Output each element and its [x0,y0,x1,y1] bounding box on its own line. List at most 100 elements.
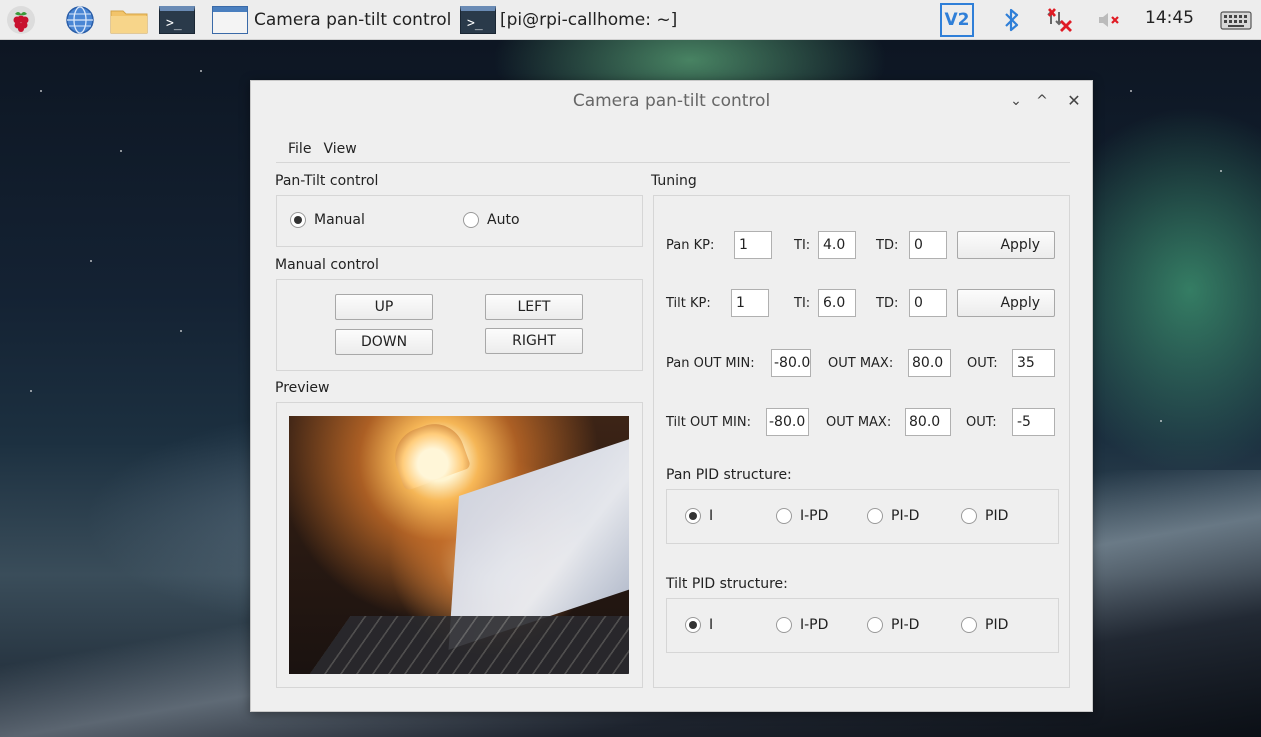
tilt-out-max-input[interactable]: 80.0 [905,408,951,436]
star [1220,170,1222,172]
terminal-icon: >_ [460,6,496,34]
menu-view[interactable]: View [323,141,356,162]
pan-out-min-label: Pan OUT MIN: [666,356,755,371]
laptop-keyboard [289,616,629,674]
pan-out-min-input[interactable]: -80.0 [771,349,811,377]
volume-muted-icon[interactable] [1096,6,1124,34]
tilt-ti-input[interactable]: 6.0 [818,289,856,317]
title-bar[interactable]: Camera pan-tilt control ⌄ ^ ✕ [251,81,1092,121]
tilt-td-label: TD: [876,296,899,311]
left-button[interactable]: LEFT [485,294,583,320]
radio-dot [776,617,792,633]
tilt-apply-button[interactable]: Apply [957,289,1055,317]
task-label: [pi@rpi-callhome: ~] [500,10,678,30]
radio-dot [685,508,701,524]
tilt-out-max-label: OUT MAX: [826,415,892,430]
task-label: Camera pan-tilt control [254,10,452,30]
tilt-pid-radio-i-pd[interactable]: I-PD [776,617,828,633]
tilt-pid-label: Tilt PID structure: [666,576,788,592]
star [90,260,92,262]
radio-manual[interactable]: Manual [290,212,365,228]
pan-kp-input[interactable]: 1 [734,231,772,259]
close-icon[interactable]: ✕ [1064,91,1084,111]
file-manager-folder-icon[interactable] [108,4,150,36]
menu-bar: File View [276,141,1070,163]
radio-dot [685,617,701,633]
raspberry-menu-icon[interactable] [6,4,36,36]
pan-td-label: TD: [876,238,899,253]
star [180,330,182,332]
pan-out-input[interactable]: 35 [1012,349,1055,377]
up-button[interactable]: UP [335,294,433,320]
tilt-out-min-label: Tilt OUT MIN: [666,415,751,430]
pan-apply-button[interactable]: Apply [957,231,1055,259]
radio-label: PI-D [891,617,920,633]
lamp [386,416,472,492]
pan-pid-radio-i-pd[interactable]: I-PD [776,508,828,524]
star [40,90,42,92]
manual-control-frame: UP LEFT DOWN RIGHT [276,279,643,371]
camera-preview-image [289,416,629,674]
terminal-glyph: >_ [159,6,195,34]
pan-pid-radio-i[interactable]: I [685,508,713,524]
minimize-icon[interactable]: ⌄ [1006,91,1026,111]
pan-out-label: OUT: [967,356,998,371]
network-disconnected-icon[interactable] [1044,6,1078,34]
radio-dot [776,508,792,524]
tilt-pid-radio-i[interactable]: I [685,617,713,633]
radio-auto[interactable]: Auto [463,212,520,228]
vnc-icon[interactable]: V2 [940,3,974,37]
tilt-pid-frame: I I-PD PI-D PID [666,598,1059,653]
star [120,150,122,152]
pan-pid-label: Pan PID structure: [666,467,792,483]
window-title: Camera pan-tilt control [572,91,771,111]
pan-pid-radio-pid[interactable]: PID [961,508,1008,524]
manual-control-label: Manual control [275,257,379,273]
terminal-icon[interactable]: >_ [158,4,200,36]
keyboard-icon[interactable] [1218,6,1254,34]
tilt-kp-label: Tilt KP: [666,296,711,311]
pan-ti-input[interactable]: 4.0 [818,231,856,259]
pan-ti-label: TI: [794,238,811,253]
radio-label: I [709,508,714,524]
radio-label: Auto [487,212,520,228]
radio-label: Manual [314,212,365,228]
task-terminal[interactable]: >_ [pi@rpi-callhome: ~] [460,2,710,38]
maximize-icon[interactable]: ^ [1032,91,1052,111]
task-camera-pan-tilt[interactable]: Camera pan-tilt control [212,2,458,38]
star [1130,90,1132,92]
tilt-out-min-input[interactable]: -80.0 [766,408,809,436]
browser-globe-icon[interactable] [64,4,96,36]
tilt-ti-label: TI: [794,296,811,311]
tilt-pid-radio-pi-d[interactable]: PI-D [867,617,919,633]
window-icon [212,6,248,34]
radio-dot [290,212,306,228]
tuning-frame: Pan KP: 1 TI: 4.0 TD: 0 Apply Tilt KP: 1… [653,195,1070,688]
radio-dot [961,617,977,633]
tilt-td-input[interactable]: 0 [909,289,947,317]
pan-pid-frame: I I-PD PI-D PID [666,489,1059,544]
tilt-out-label: OUT: [966,415,997,430]
radio-label: PID [985,508,1009,524]
bluetooth-icon[interactable] [1000,6,1024,34]
pan-out-max-input[interactable]: 80.0 [908,349,951,377]
clock[interactable]: 14:45 [1145,8,1194,28]
star [30,390,32,392]
radio-label: I-PD [800,617,829,633]
radio-dot [867,617,883,633]
tuning-label: Tuning [651,173,697,189]
down-button[interactable]: DOWN [335,329,433,355]
pan-td-input[interactable]: 0 [909,231,947,259]
menu-file[interactable]: File [288,141,311,162]
pan-pid-radio-pi-d[interactable]: PI-D [867,508,919,524]
tilt-out-input[interactable]: -5 [1012,408,1055,436]
right-button[interactable]: RIGHT [485,328,583,354]
radio-label: I [709,617,714,633]
tilt-kp-input[interactable]: 1 [731,289,769,317]
app-window: Camera pan-tilt control ⌄ ^ ✕ File View … [250,80,1093,712]
radio-dot [867,508,883,524]
radio-dot [463,212,479,228]
radio-label: PI-D [891,508,920,524]
tilt-pid-radio-pid[interactable]: PID [961,617,1008,633]
star [200,70,202,72]
